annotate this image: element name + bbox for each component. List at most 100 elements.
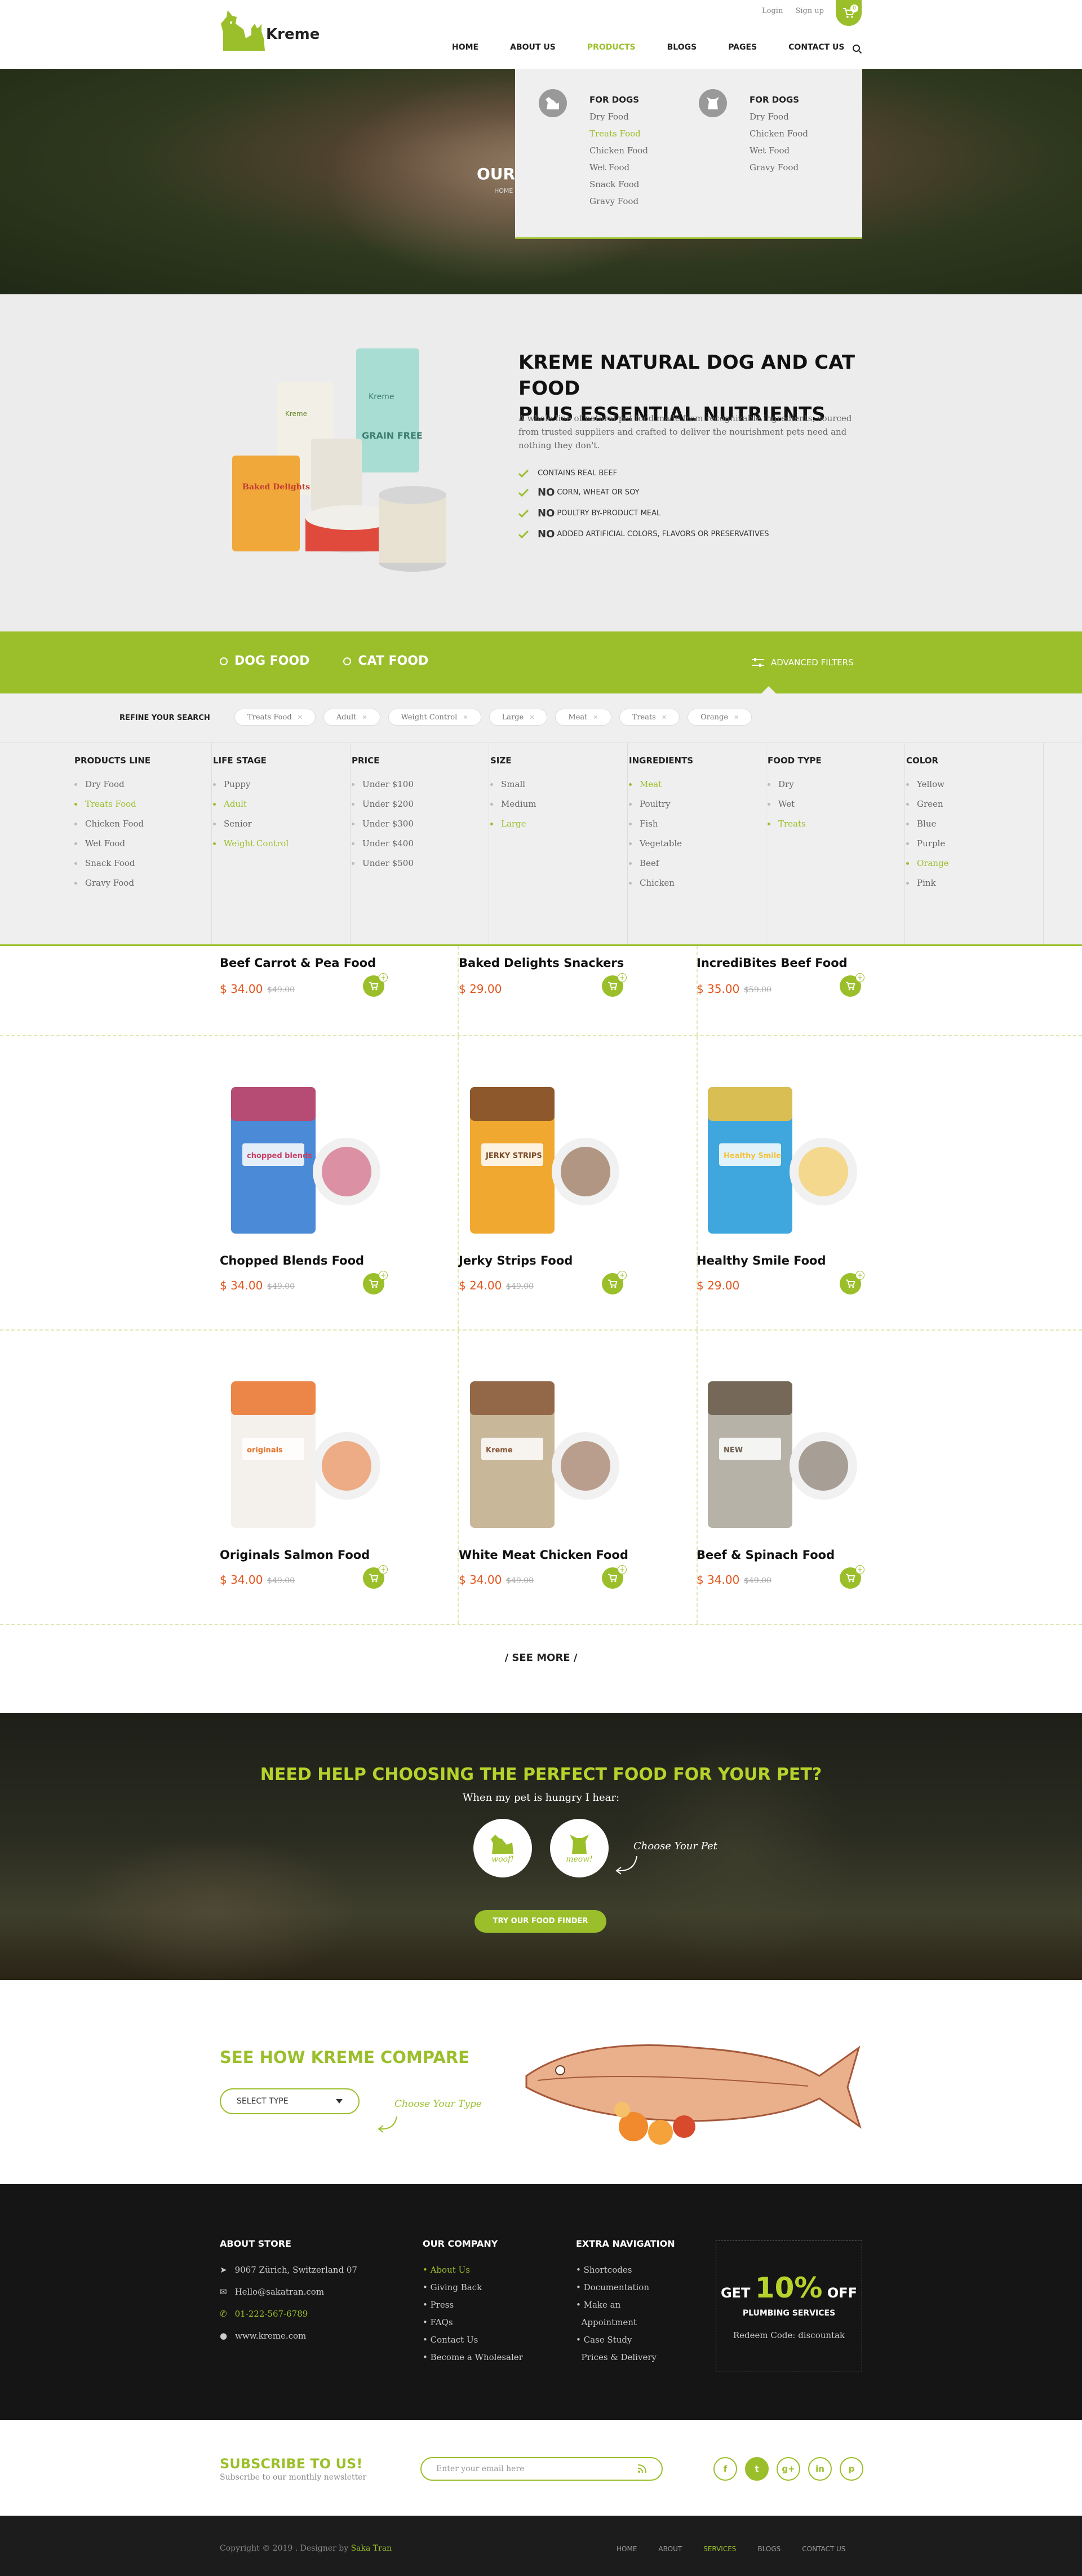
facet-option[interactable]: Fish bbox=[629, 819, 766, 829]
mega-item-treats-food[interactable]: Treats Food bbox=[589, 129, 648, 139]
product-image[interactable]: originals bbox=[220, 1370, 389, 1539]
product-image[interactable]: Healthy Smile bbox=[697, 1076, 866, 1245]
rss-icon[interactable] bbox=[637, 2464, 647, 2474]
mega-item-wet-food[interactable]: Wet Food bbox=[589, 162, 648, 173]
product-name[interactable]: Baked Delights Snackers bbox=[459, 956, 624, 970]
footer-link[interactable]: • Press bbox=[423, 2300, 523, 2310]
facet-option[interactable]: Snack Food bbox=[74, 858, 211, 868]
mega-item-snack-food[interactable]: Snack Food bbox=[589, 179, 648, 189]
facet-option[interactable]: Weight Control bbox=[213, 838, 350, 849]
mega-item-dry-food[interactable]: Dry Food bbox=[589, 112, 648, 122]
facet-option[interactable]: Wet bbox=[768, 799, 904, 809]
signup-link[interactable]: Sign up bbox=[795, 7, 824, 15]
facet-option[interactable]: Medium bbox=[490, 799, 627, 809]
add-to-cart-button[interactable]: + bbox=[363, 1271, 388, 1294]
product-card[interactable]: NEW Beef & Spinach Food $ 34.00 $49.00 + bbox=[697, 1331, 866, 1624]
filter-chip[interactable]: Weight Control ✕ bbox=[388, 709, 481, 726]
product-name[interactable]: Jerky Strips Food bbox=[459, 1254, 573, 1267]
product-name[interactable]: White Meat Chicken Food bbox=[459, 1548, 628, 1562]
product-card[interactable]: originals Originals Salmon Food $ 34.00 $49… bbox=[220, 1331, 459, 1624]
facet-option[interactable]: Senior bbox=[213, 819, 350, 829]
footer-link[interactable]: • FAQs bbox=[423, 2317, 523, 2327]
product-image[interactable]: JERKY STRIPS bbox=[459, 1076, 628, 1245]
mega-item-chicken-food[interactable]: Chicken Food bbox=[589, 145, 648, 156]
facet-option[interactable]: Wet Food bbox=[74, 838, 211, 849]
product-name[interactable]: Beef Carrot & Pea Food bbox=[220, 956, 376, 970]
add-to-cart-button[interactable]: + bbox=[840, 1565, 864, 1589]
nav-about[interactable]: ABOUT US bbox=[510, 43, 556, 52]
product-name[interactable]: IncrediBites Beef Food bbox=[697, 956, 848, 970]
author-link[interactable]: Saka Tran bbox=[351, 2544, 392, 2553]
footer-nav-home[interactable]: HOME bbox=[617, 2545, 637, 2553]
nav-home[interactable]: HOME bbox=[452, 43, 478, 52]
add-to-cart-button[interactable]: + bbox=[840, 973, 864, 997]
footer-nav-blogs[interactable]: BLOGS bbox=[757, 2545, 781, 2553]
facet-option[interactable]: Pink bbox=[906, 878, 1043, 888]
facet-option[interactable]: Under $500 bbox=[352, 858, 489, 868]
product-card[interactable]: Healthy Smile Healthy Smile Food $ 29.00 + bbox=[697, 1036, 866, 1329]
breadcrumb[interactable]: HOME bbox=[494, 187, 513, 195]
filter-chip[interactable]: Adult ✕ bbox=[323, 709, 380, 726]
product-card[interactable]: chopped blends Chopped Blends Food $ 34.00… bbox=[220, 1036, 459, 1329]
product-image[interactable]: chopped blends bbox=[220, 1076, 389, 1245]
facet-option[interactable]: Gravy Food bbox=[74, 878, 211, 888]
nav-blogs[interactable]: BLOGS bbox=[667, 43, 697, 52]
product-name[interactable]: Healthy Smile Food bbox=[697, 1254, 826, 1267]
facet-option[interactable]: Orange bbox=[906, 858, 1043, 868]
linkedin-icon[interactable]: in bbox=[808, 2457, 832, 2481]
filter-chip[interactable]: Meat ✕ bbox=[555, 709, 611, 726]
footer-link[interactable]: Prices & Delivery bbox=[576, 2352, 675, 2362]
nav-pages[interactable]: PAGES bbox=[728, 43, 757, 52]
facet-option[interactable]: Large bbox=[490, 819, 627, 829]
add-to-cart-button[interactable]: + bbox=[602, 1271, 627, 1294]
product-card[interactable]: Beef Carrot & Pea Food $ 34.00 $49.00 + bbox=[220, 946, 459, 1035]
facet-option[interactable]: Chicken Food bbox=[74, 819, 211, 829]
add-to-cart-button[interactable]: + bbox=[840, 1271, 864, 1294]
cart-button[interactable]: 0 bbox=[836, 0, 862, 26]
nav-contact[interactable]: CONTACT US bbox=[788, 43, 844, 52]
footer-link[interactable]: Appointment bbox=[576, 2317, 675, 2327]
advanced-filters-toggle[interactable]: ADVANCED FILTERS bbox=[752, 657, 854, 668]
dog-choice-button[interactable]: woof! bbox=[473, 1819, 532, 1877]
nav-products[interactable]: PRODUCTS bbox=[587, 43, 636, 52]
logo[interactable]: Kreme bbox=[220, 7, 320, 52]
product-card[interactable]: Baked Delights Snackers $ 29.00 + bbox=[459, 946, 698, 1035]
facet-option[interactable]: Chicken bbox=[629, 878, 766, 888]
facet-option[interactable]: Puppy bbox=[213, 779, 350, 789]
login-link[interactable]: Login bbox=[762, 7, 783, 15]
footer-nav-services[interactable]: SERVICES bbox=[703, 2545, 736, 2553]
filter-chip[interactable]: Large ✕ bbox=[489, 709, 548, 726]
tab-cat-food[interactable]: CAT FOOD bbox=[343, 654, 428, 668]
filter-chip[interactable]: Treats ✕ bbox=[619, 709, 680, 726]
footer-link[interactable]: • Make an bbox=[576, 2300, 675, 2310]
product-image[interactable]: NEW bbox=[697, 1370, 866, 1539]
facet-option[interactable]: Adult bbox=[213, 799, 350, 809]
see-more-link[interactable]: / SEE MORE / bbox=[0, 1625, 1082, 1713]
pinterest-icon[interactable]: p bbox=[840, 2457, 863, 2481]
facebook-icon[interactable]: f bbox=[713, 2457, 737, 2481]
food-finder-button[interactable]: TRY OUR FOOD FINDER bbox=[475, 1910, 606, 1933]
footer-link[interactable]: • Case Study bbox=[576, 2335, 675, 2345]
product-name[interactable]: Beef & Spinach Food bbox=[697, 1548, 835, 1562]
filter-chip[interactable]: Treats Food ✕ bbox=[234, 709, 316, 726]
footer-nav-about[interactable]: ABOUT bbox=[658, 2545, 682, 2553]
email-input[interactable]: Enter your email here bbox=[420, 2457, 663, 2481]
footer-link[interactable]: • Giving Back bbox=[423, 2282, 523, 2292]
mega-item-wet-food[interactable]: Wet Food bbox=[750, 145, 808, 156]
facet-option[interactable]: Yellow bbox=[906, 779, 1043, 789]
facet-option[interactable]: Under $300 bbox=[352, 819, 489, 829]
discount-promo[interactable]: GET 10% OFF PLUMBING SERVICES Redeem Cod… bbox=[716, 2241, 862, 2371]
facet-option[interactable]: Small bbox=[490, 779, 627, 789]
facet-option[interactable]: Meat bbox=[629, 779, 766, 789]
mega-item-gravy-food[interactable]: Gravy Food bbox=[589, 196, 648, 206]
product-name[interactable]: Originals Salmon Food bbox=[220, 1548, 370, 1562]
add-to-cart-button[interactable]: + bbox=[363, 1565, 388, 1589]
mega-item-chicken-food[interactable]: Chicken Food bbox=[750, 129, 808, 139]
facet-option[interactable]: Treats bbox=[768, 819, 904, 829]
google-plus-icon[interactable]: g+ bbox=[777, 2457, 800, 2481]
facet-option[interactable]: Treats Food bbox=[74, 799, 211, 809]
add-to-cart-button[interactable]: + bbox=[363, 973, 388, 997]
mega-item-dry-food[interactable]: Dry Food bbox=[750, 112, 808, 122]
cat-choice-button[interactable]: meow! bbox=[550, 1819, 609, 1877]
footer-nav-contact[interactable]: CONTACT US bbox=[802, 2545, 845, 2553]
